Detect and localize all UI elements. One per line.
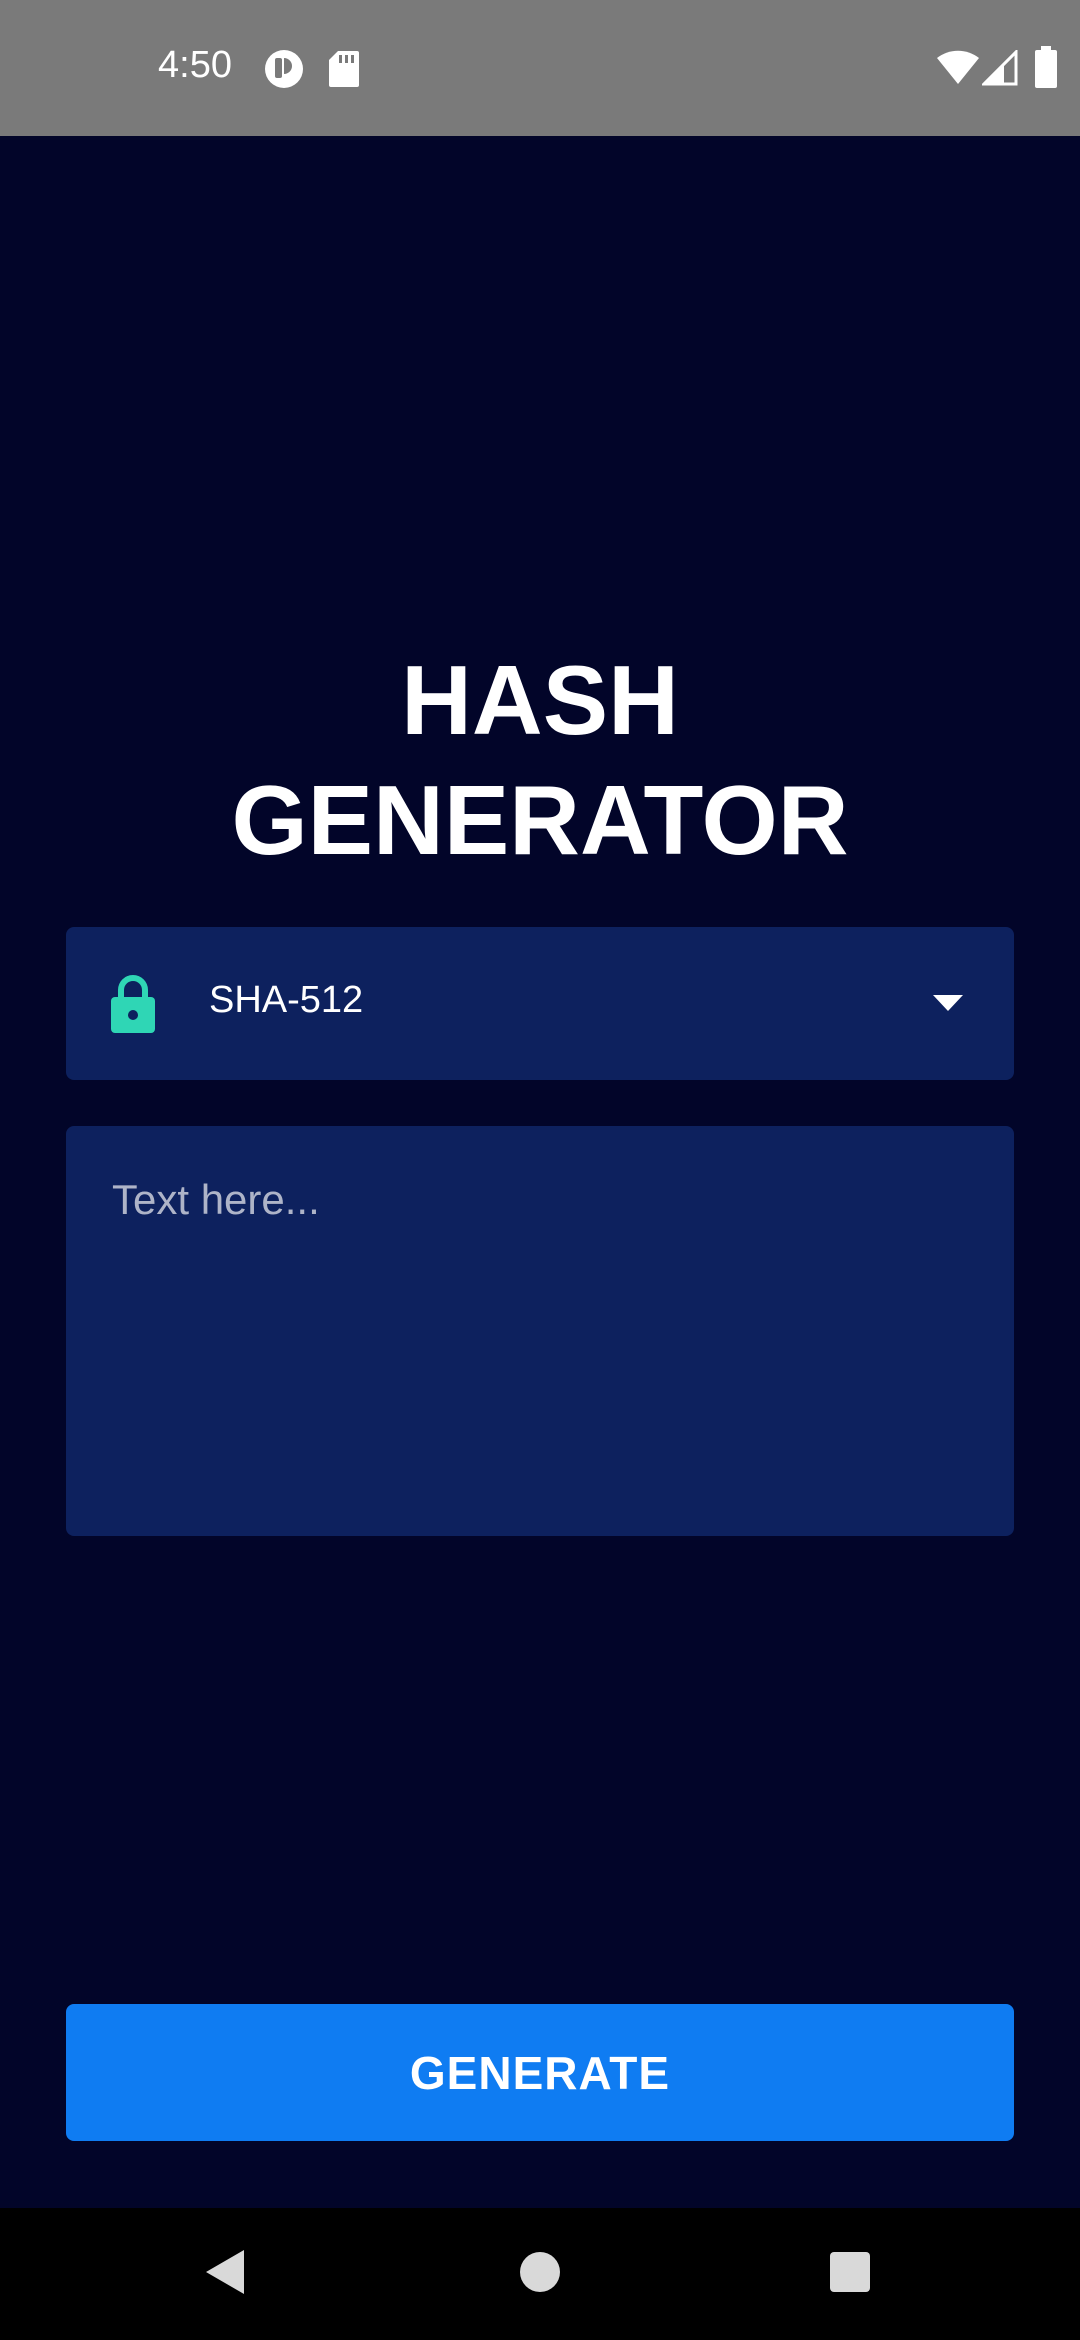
battery-icon bbox=[1035, 46, 1057, 88]
text-input[interactable] bbox=[66, 1126, 1014, 1536]
algorithm-dropdown[interactable]: SHA-512 bbox=[66, 927, 1014, 1080]
chevron-down-icon bbox=[933, 995, 963, 1011]
wifi-icon bbox=[937, 50, 979, 84]
status-time: 4:50 bbox=[158, 44, 232, 86]
back-icon[interactable] bbox=[204, 2248, 246, 2296]
sd-card-icon bbox=[329, 51, 359, 87]
signal-icon bbox=[982, 50, 1018, 86]
title-line-2: GENERATOR bbox=[231, 765, 849, 875]
page-title: HASH GENERATOR bbox=[0, 640, 1080, 880]
status-bar: 4:50 bbox=[0, 0, 1080, 136]
algorithm-selected-value: SHA-512 bbox=[209, 979, 364, 1021]
title-line-1: HASH bbox=[401, 645, 679, 755]
recents-icon[interactable] bbox=[829, 2251, 871, 2293]
lock-icon bbox=[111, 975, 155, 1033]
notification-app-icon bbox=[265, 50, 303, 88]
navigation-bar bbox=[0, 2208, 1080, 2340]
generate-button[interactable]: GENERATE bbox=[66, 2004, 1014, 2141]
home-icon[interactable] bbox=[519, 2251, 561, 2293]
